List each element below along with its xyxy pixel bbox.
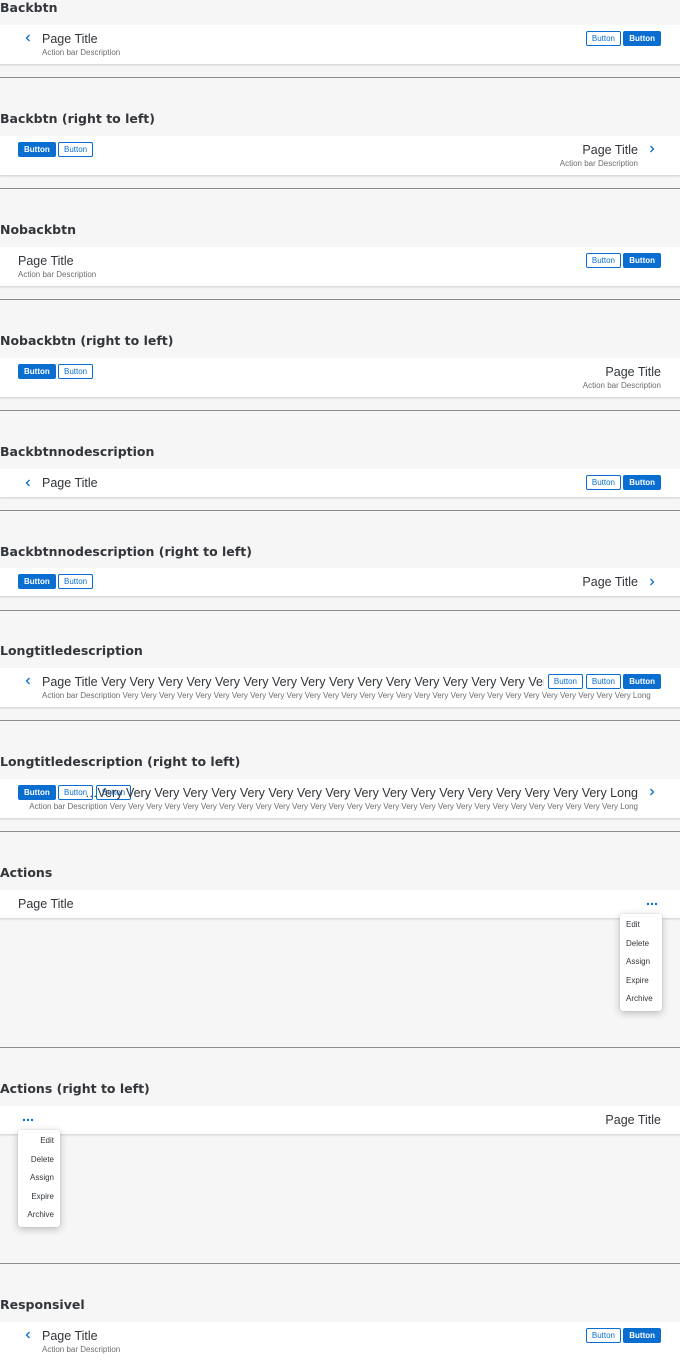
section-heading-actions: Actions [0, 865, 53, 880]
page-description: Action bar Description [559, 159, 638, 168]
section-divider [0, 610, 680, 611]
page-description: Action bar Description Very Very Very Ve… [29, 802, 638, 811]
menu-item-assign[interactable]: Assign [18, 1169, 60, 1188]
section-divider [0, 831, 680, 832]
page-title: Page Title [18, 254, 74, 268]
action-bar-actions-rtl: Page Title [0, 1106, 680, 1135]
back-button[interactable] [20, 1327, 36, 1343]
page-title: Page Title [42, 32, 98, 46]
secondary-button[interactable]: Button [58, 142, 94, 157]
secondary-button[interactable]: Button [585, 253, 621, 268]
menu-item-archive[interactable]: Archive [18, 1206, 60, 1225]
overflow-button[interactable] [643, 898, 661, 910]
primary-button[interactable]: Button [18, 574, 56, 589]
menu-item-edit[interactable]: Edit [18, 1132, 60, 1151]
action-bar-backbtn-rtl: Button Button Page Title Action bar Desc… [0, 136, 680, 176]
section-heading-longtitledescription: Longtitledescription [0, 643, 143, 658]
menu-item-archive[interactable]: Archive [620, 990, 662, 1009]
page-title: Page Title [18, 897, 74, 911]
primary-button[interactable]: Button [623, 475, 661, 490]
menu-item-assign[interactable]: Assign [620, 953, 662, 972]
page-description: Action bar Description [42, 1345, 121, 1354]
overflow-menu: Edit Delete Assign Expire Archive [620, 914, 662, 1011]
secondary-button[interactable]: Button [58, 574, 94, 589]
section-heading-responsive: Responsivel [0, 1297, 85, 1312]
chevron-left-icon [25, 677, 30, 685]
action-bar-actions: Page Title [0, 890, 680, 919]
page-title: Page Title [605, 365, 661, 379]
section-heading-actions-rtl: Actions (right to left) [0, 1081, 150, 1096]
chevron-right-icon [650, 788, 655, 796]
primary-button[interactable]: Button [18, 364, 56, 379]
action-bar-nobackbtn-rtl: Button Button Page Title Action bar Desc… [0, 358, 680, 398]
action-bar-longtitledescription: Page Title Very Very Very Very Very Very… [0, 668, 680, 708]
section-heading-nobackbtn: Nobackbtn [0, 222, 76, 237]
page-description: Action bar Description [582, 381, 661, 390]
secondary-button[interactable]: Button [585, 31, 621, 46]
section-heading-nobackbtn-rtl: Nobackbtn (right to left) [0, 333, 174, 348]
chevron-left-icon [25, 1331, 30, 1339]
page-title: Page Title [42, 476, 98, 490]
primary-button[interactable]: Button [623, 253, 661, 268]
page-description: Action bar Description [18, 270, 97, 279]
section-divider [0, 188, 680, 189]
primary-button[interactable]: Button [623, 1328, 661, 1343]
action-bar-backbtnnodescription: Page Title Button Button [0, 469, 680, 498]
section-divider [0, 77, 680, 78]
overflow-icon [646, 902, 658, 906]
overflow-icon [22, 1118, 34, 1122]
section-divider [0, 1263, 680, 1264]
chevron-right-icon [650, 578, 655, 586]
action-bar-nobackbtn: Page Title Action bar Description Button… [0, 247, 680, 287]
action-bar-backbtn: Page Title Action bar Description Button… [0, 25, 680, 65]
section-heading-backbtnnodescription-rtl: Backbtnnodescription (right to left) [0, 544, 252, 559]
page-title: Page Title [582, 575, 638, 589]
section-divider [0, 299, 680, 300]
secondary-button[interactable]: Button [585, 674, 621, 689]
back-button[interactable] [644, 784, 660, 800]
chevron-left-icon [25, 479, 30, 487]
page-title: Page Title [605, 1113, 661, 1127]
section-heading-backbtn: Backbtn [0, 0, 58, 15]
chevron-right-icon [650, 145, 655, 153]
section-heading-backbtn-rtl: Backbtn (right to left) [0, 111, 155, 126]
page-title: …Very Very Very Very Very Very Very Very… [84, 786, 638, 800]
primary-button[interactable]: Button [623, 31, 661, 46]
menu-item-expire[interactable]: Expire [18, 1188, 60, 1207]
section-heading-backbtnnodescription: Backbtnnodescription [0, 444, 155, 459]
secondary-button[interactable]: Button [585, 475, 621, 490]
action-bar-longtitledescription-rtl: Button Button Button …Very Very Very Ver… [0, 779, 680, 819]
page-title: Page Title [42, 1329, 98, 1343]
action-bar-responsive: Page Title Action bar Description Button… [0, 1322, 680, 1360]
primary-button[interactable]: Button [623, 674, 661, 689]
back-button[interactable] [20, 30, 36, 46]
section-divider [0, 1047, 680, 1048]
menu-item-delete[interactable]: Delete [18, 1151, 60, 1170]
back-button[interactable] [20, 475, 36, 491]
back-button[interactable] [20, 673, 36, 689]
back-button[interactable] [644, 574, 660, 590]
overflow-menu: Edit Delete Assign Expire Archive [18, 1130, 60, 1227]
secondary-button[interactable]: Button [58, 364, 94, 379]
action-bar-backbtnnodescription-rtl: Button Button Page Title [0, 568, 680, 597]
menu-item-delete[interactable]: Delete [620, 935, 662, 954]
page-title: Page Title Very Very Very Very Very Very… [42, 675, 544, 689]
primary-button[interactable]: Button [18, 785, 56, 800]
menu-item-expire[interactable]: Expire [620, 972, 662, 991]
overflow-button[interactable] [19, 1114, 37, 1126]
section-divider [0, 510, 680, 511]
back-button[interactable] [644, 141, 660, 157]
page-description: Action bar Description [42, 48, 121, 57]
section-heading-longtitledescription-rtl: Longtitledescription (right to left) [0, 754, 241, 769]
chevron-left-icon [25, 34, 30, 42]
page-description: Action bar Description Very Very Very Ve… [42, 691, 651, 700]
primary-button[interactable]: Button [18, 142, 56, 157]
secondary-button[interactable]: Button [585, 1328, 621, 1343]
section-divider [0, 410, 680, 411]
section-divider [0, 720, 680, 721]
page-title: Page Title [582, 143, 638, 157]
menu-item-edit[interactable]: Edit [620, 916, 662, 935]
secondary-button[interactable]: Button [547, 674, 583, 689]
